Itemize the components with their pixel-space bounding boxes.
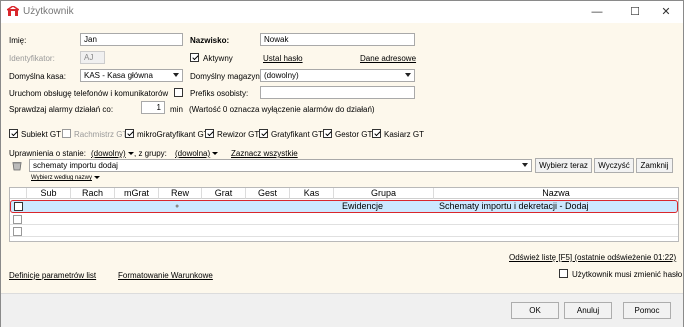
address-data-link[interactable]: Dane adresowe <box>360 54 416 63</box>
close-button[interactable]: ✕ <box>654 3 678 21</box>
active-checkbox[interactable] <box>190 53 199 62</box>
active-label: Aktywny <box>203 54 233 63</box>
table-header-nazwa[interactable]: Nazwa <box>434 188 678 199</box>
module-mikrogratyfikant-checkbox[interactable] <box>125 129 134 138</box>
minimize-button[interactable]: — <box>585 3 609 21</box>
set-password-link[interactable]: Ustal hasło <box>263 54 303 63</box>
table-row[interactable]: ● Ewidencje Schematy importu i dekretacj… <box>10 200 678 213</box>
table-header-grupa[interactable]: Grupa <box>334 188 434 199</box>
chevron-down-icon <box>405 73 411 77</box>
chevron-down-icon <box>212 152 219 156</box>
rew-permission-dot: ● <box>175 203 180 210</box>
row-name-cell: Schematy importu i dekretacji - Dodaj <box>439 201 589 211</box>
table-header-grat[interactable]: Grat <box>202 188 246 199</box>
table-header-mgrat[interactable]: mGrat <box>115 188 159 199</box>
row-group-cell: Ewidencje <box>342 201 384 211</box>
module-gratyfikant-checkbox[interactable] <box>259 129 268 138</box>
ok-button[interactable]: OK <box>511 302 559 319</box>
select-all-link[interactable]: Zaznacz wszystkie <box>231 149 298 158</box>
row-checkbox[interactable] <box>14 202 23 211</box>
button-bar: OK Anuluj Pomoc <box>1 293 683 327</box>
table-header-sub[interactable]: Sub <box>27 188 71 199</box>
warehouse-select-value: (dowolny) <box>264 71 299 80</box>
choose-now-button[interactable]: Wybierz teraz <box>535 158 592 173</box>
search-combo-value: schematy importu dodaj <box>33 161 118 170</box>
chevron-down-icon <box>522 163 528 167</box>
chevron-down-icon <box>173 73 179 77</box>
module-rachmistrz-checkbox <box>62 129 71 138</box>
alarm-label: Sprawdzaj alarmy działań co: <box>9 105 114 114</box>
last-name-input[interactable]: Nowak <box>260 33 415 46</box>
must-change-password-checkbox[interactable] <box>559 269 568 278</box>
row-checkbox[interactable] <box>13 227 22 236</box>
permission-group-dropdown[interactable]: (dowolna) <box>175 149 219 158</box>
warehouse-label: Domyślny magazyn: <box>190 72 263 81</box>
permission-state-value: (dowolny) <box>91 149 126 158</box>
permission-group-value: (dowolna) <box>175 149 211 158</box>
clear-filter-icon[interactable] <box>12 161 22 171</box>
module-kasiarz-checkbox[interactable] <box>372 129 381 138</box>
module-rachmistrz-label: Rachmistrz GT <box>74 130 128 139</box>
table-header-gest[interactable]: Gest <box>246 188 290 199</box>
search-combo[interactable]: schematy importu dodaj <box>29 159 532 172</box>
table-header-kas[interactable]: Kas <box>290 188 334 199</box>
cash-select-value: KAS - Kasa główna <box>84 71 153 80</box>
phone-support-label: Uruchom obsługę telefonów i komunikatoró… <box>9 89 169 98</box>
user-dialog: Użytkownik — ☐ ✕ Imię: Jan Nazwisko: Now… <box>0 0 684 327</box>
must-change-password-label: Użytkownik musi zmienić hasło <box>572 270 683 279</box>
prefix-label: Prefiks osobisty: <box>190 89 249 98</box>
sort-by-name-label: Wybierz według nazwy <box>31 175 92 181</box>
module-gestor-label: Gestor GT <box>335 130 373 139</box>
maximize-button[interactable]: ☐ <box>623 3 647 21</box>
cash-select[interactable]: KAS - Kasa główna <box>80 69 183 82</box>
module-rewizor-checkbox[interactable] <box>205 129 214 138</box>
close-search-button[interactable]: Zamknij <box>636 158 673 173</box>
clear-button[interactable]: Wyczyść <box>594 158 634 173</box>
module-subiekt-label: Subiekt GT <box>21 130 62 139</box>
table-header-rach[interactable]: Rach <box>71 188 115 199</box>
table-row-empty <box>10 226 678 237</box>
last-name-label: Nazwisko: <box>190 36 230 45</box>
chevron-down-icon <box>93 175 100 179</box>
module-gestor-checkbox[interactable] <box>323 129 332 138</box>
table-row-empty <box>10 214 678 225</box>
table-header-check <box>10 188 27 199</box>
first-name-input[interactable]: Jan <box>80 33 183 46</box>
help-button[interactable]: Pomoc <box>623 302 671 319</box>
chevron-down-icon <box>127 152 134 156</box>
phone-support-checkbox[interactable] <box>174 88 183 97</box>
module-gratyfikant-label: Gratyfikant GT <box>271 130 324 139</box>
permissions-table: Sub Rach mGrat Rew Grat Gest Kas Grupa N… <box>9 187 679 242</box>
id-label: Identyfikator: <box>9 54 55 63</box>
list-parameters-link[interactable]: Definicje parametrów list <box>9 271 96 280</box>
alarm-note: (Wartość 0 oznacza wyłączenie alarmów do… <box>189 105 375 114</box>
first-name-label: Imię: <box>9 36 27 45</box>
table-header-rew[interactable]: Rew <box>159 188 202 199</box>
module-rewizor-label: Rewizor GT <box>217 130 260 139</box>
alarm-unit: min <box>170 105 183 114</box>
refresh-list-link[interactable]: Odśwież listę [F5] (ostatnie odświeżenie… <box>509 253 676 262</box>
row-checkbox[interactable] <box>13 215 22 224</box>
permission-group-label: , z grupy: <box>134 149 167 158</box>
alarm-input[interactable]: 1 <box>141 101 165 114</box>
sort-by-name-dropdown[interactable]: Wybierz według nazwy <box>31 175 100 181</box>
id-input: AJ <box>80 51 105 64</box>
module-kasiarz-label: Kasiarz GT <box>384 130 425 139</box>
module-subiekt-checkbox[interactable] <box>9 129 18 138</box>
cancel-button[interactable]: Anuluj <box>564 302 612 319</box>
warehouse-select[interactable]: (dowolny) <box>260 69 415 82</box>
cash-label: Domyślna kasa: <box>9 72 66 81</box>
permission-state-dropdown[interactable]: (dowolny) <box>91 149 134 158</box>
conditional-formatting-link[interactable]: Formatowanie Warunkowe <box>118 271 213 280</box>
module-mikrogratyfikant-label: mikroGratyfikant GT <box>137 130 209 139</box>
app-icon <box>7 6 19 16</box>
title-bar: Użytkownik — ☐ ✕ <box>1 1 683 23</box>
window-title: Użytkownik <box>23 6 74 17</box>
permission-state-label: Uprawnienia o stanie: <box>9 149 86 158</box>
prefix-input[interactable] <box>260 86 415 99</box>
